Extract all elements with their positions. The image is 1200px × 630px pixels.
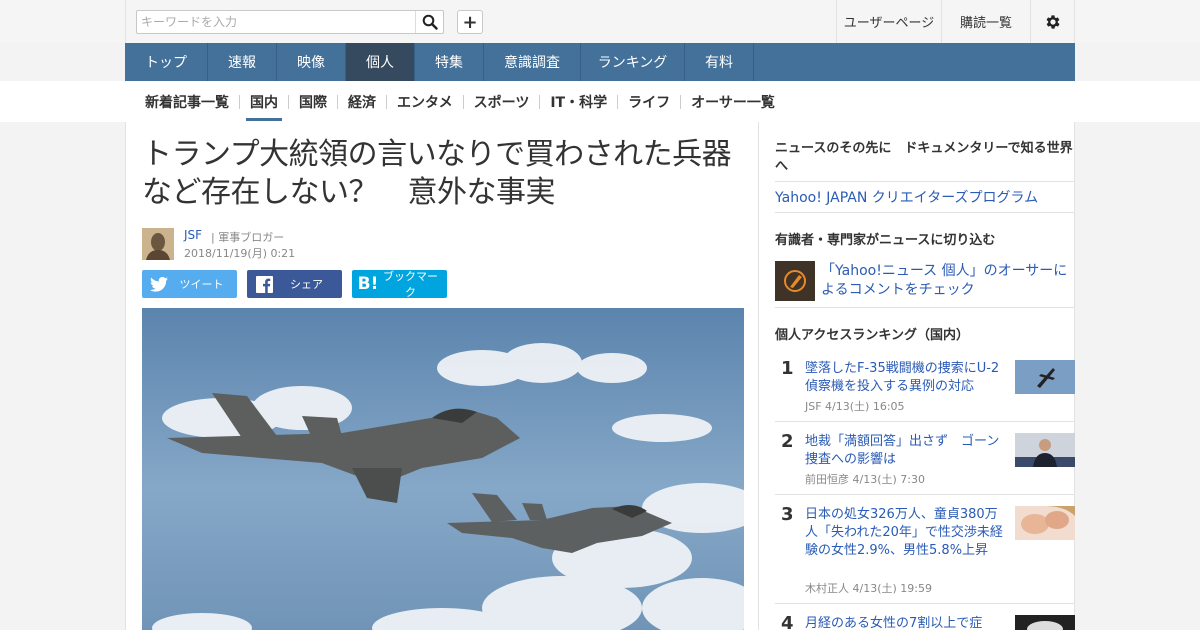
- expert-section: 有識者・専門家がニュースに切り込む: [775, 232, 1075, 250]
- nav-item-5[interactable]: 意識調査: [484, 43, 581, 81]
- article-column: トランプ大統領の言いなりで買わされた兵器など存在しない？ 意外な事実 JSF |…: [125, 122, 759, 630]
- promo-section: ニュースのその先に ドキュメンタリーで知る世界へ: [775, 140, 1075, 176]
- rank-meta: 木村正人 4/13(土) 19:59: [805, 582, 932, 595]
- nav-item-3[interactable]: 個人: [346, 43, 415, 81]
- search-button[interactable]: [415, 11, 443, 33]
- subnav-item-7[interactable]: ライフ: [618, 81, 680, 122]
- nav-item-4[interactable]: 特集: [415, 43, 484, 81]
- ranking-item-2[interactable]: 2 地裁「満額回答」出さず ゴーン捜査への影響は 前田恒彦 4/13(土) 7:…: [775, 431, 1075, 487]
- rank-number: 1: [781, 358, 794, 379]
- expert-heading: 有識者・専門家がニュースに切り込む: [775, 233, 996, 248]
- user-page-link[interactable]: ユーザーページ: [836, 0, 941, 43]
- ranking-item-1[interactable]: 1 墜落したF-35戦闘機の捜索にU-2偵察機を投入する異例の対応 JSF 4/…: [775, 358, 1075, 414]
- nav-item-1[interactable]: 速報: [208, 43, 277, 81]
- facebook-share-button[interactable]: シェア: [247, 270, 342, 298]
- sidebar: ニュースのその先に ドキュメンタリーで知る世界へ Yahoo! JAPAN クリ…: [759, 122, 1075, 630]
- subscriptions-link[interactable]: 購読一覧: [941, 0, 1030, 43]
- divider: [775, 421, 1075, 422]
- hatena-bookmark-label: ブックマーク: [383, 270, 438, 299]
- tweet-label: ツイート: [179, 278, 224, 291]
- facebook-share-label: シェア: [290, 278, 323, 291]
- author-avatar[interactable]: [142, 228, 174, 260]
- rank-thumbnail: [1015, 433, 1075, 467]
- nav-item-2[interactable]: 映像: [277, 43, 346, 81]
- divider: [775, 181, 1075, 182]
- rank-title[interactable]: 月経のある女性の7割以上で症: [805, 615, 1005, 630]
- publish-date: 2018/11/19(月) 0:21: [184, 247, 296, 260]
- gear-icon: [1046, 14, 1060, 29]
- author-role: | 軍事ブロガー: [211, 231, 285, 244]
- subnav-item-1[interactable]: 国内: [240, 81, 288, 122]
- rank-number: 3: [781, 504, 794, 525]
- divider: [775, 603, 1075, 604]
- rank-number: 2: [781, 431, 794, 452]
- rank-title[interactable]: 日本の処女326万人、童貞380万人「失われた20年」で性交渉未経験の女性2.9…: [805, 506, 1005, 560]
- promo-heading: ニュースのその先に ドキュメンタリーで知る世界へ: [775, 141, 1073, 174]
- tweet-button[interactable]: ツイート: [142, 270, 237, 298]
- expert-link-section[interactable]: 「Yahoo!ニュース 個人」のオーサーによるコメントをチェック: [775, 261, 1075, 301]
- settings-button[interactable]: [1030, 0, 1075, 43]
- subnav-item-2[interactable]: 国際: [289, 81, 337, 122]
- twitter-icon: [150, 276, 168, 292]
- rank-title[interactable]: 地裁「満額回答」出さず ゴーン捜査への影響は: [805, 433, 1005, 469]
- rank-meta: 前田恒彦 4/13(土) 7:30: [805, 473, 925, 486]
- rank-meta: JSF 4/13(土) 16:05: [805, 400, 905, 413]
- nav-item-7[interactable]: 有料: [685, 43, 754, 81]
- divider: [775, 494, 1075, 495]
- rank-thumbnail: [1015, 506, 1075, 540]
- nav-item-6[interactable]: ランキング: [581, 43, 685, 81]
- ranking-section: 個人アクセスランキング（国内）: [775, 327, 1075, 345]
- rank-title[interactable]: 墜落したF-35戦闘機の捜索にU-2偵察機を投入する異例の対応: [805, 360, 1005, 396]
- article-hero-image: [142, 308, 744, 630]
- rank-thumbnail: [1015, 360, 1075, 394]
- rank-number: 4: [781, 613, 794, 630]
- ranking-item-3[interactable]: 3 日本の処女326万人、童貞380万人「失われた20年」で性交渉未経験の女性2…: [775, 504, 1075, 596]
- ranking-heading: 個人アクセスランキング（国内）: [775, 328, 969, 343]
- subnav-item-8[interactable]: オーサー一覧: [681, 81, 785, 122]
- subnav-item-6[interactable]: IT・科学: [540, 81, 617, 122]
- nav-item-0[interactable]: トップ: [125, 43, 208, 81]
- subnav-item-4[interactable]: エンタメ: [387, 81, 463, 122]
- header: + ユーザーページ 購読一覧: [125, 0, 1075, 43]
- search-icon: [422, 14, 438, 30]
- search-input[interactable]: [137, 11, 417, 33]
- hatena-bookmark-button[interactable]: B! ブックマーク: [352, 270, 447, 299]
- main-nav: トップ 速報 映像 個人 特集 意識調査 ランキング 有料: [125, 43, 1075, 81]
- subnav-item-0[interactable]: 新着記事一覧: [135, 81, 239, 122]
- creators-program-link[interactable]: Yahoo! JAPAN クリエイターズプログラム: [775, 190, 1038, 206]
- plus-icon: +: [462, 11, 478, 33]
- rank-thumbnail: [1015, 615, 1075, 630]
- divider: [775, 307, 1075, 308]
- promo-link-section: Yahoo! JAPAN クリエイターズプログラム: [775, 187, 1075, 208]
- category-nav: 新着記事一覧 国内 国際 経済 エンタメ スポーツ IT・科学 ライフ オーサー一覧: [135, 81, 785, 122]
- search-box: [136, 10, 444, 34]
- divider: [775, 212, 1075, 213]
- subnav-item-3[interactable]: 経済: [338, 81, 386, 122]
- hatena-icon: B!: [357, 274, 379, 294]
- add-button[interactable]: +: [457, 10, 483, 34]
- article-title: トランプ大統領の言いなりで買わされた兵器など存在しない？ 意外な事実: [142, 137, 732, 210]
- expert-thumbnail: [775, 261, 815, 301]
- facebook-icon: [255, 275, 273, 293]
- ranking-item-4[interactable]: 4 月経のある女性の7割以上で症: [775, 613, 1075, 630]
- expert-comment-link[interactable]: 「Yahoo!ニュース 個人」のオーサーによるコメントをチェック: [821, 262, 1075, 300]
- author-name[interactable]: JSF: [184, 228, 202, 242]
- subnav-item-5[interactable]: スポーツ: [464, 81, 540, 122]
